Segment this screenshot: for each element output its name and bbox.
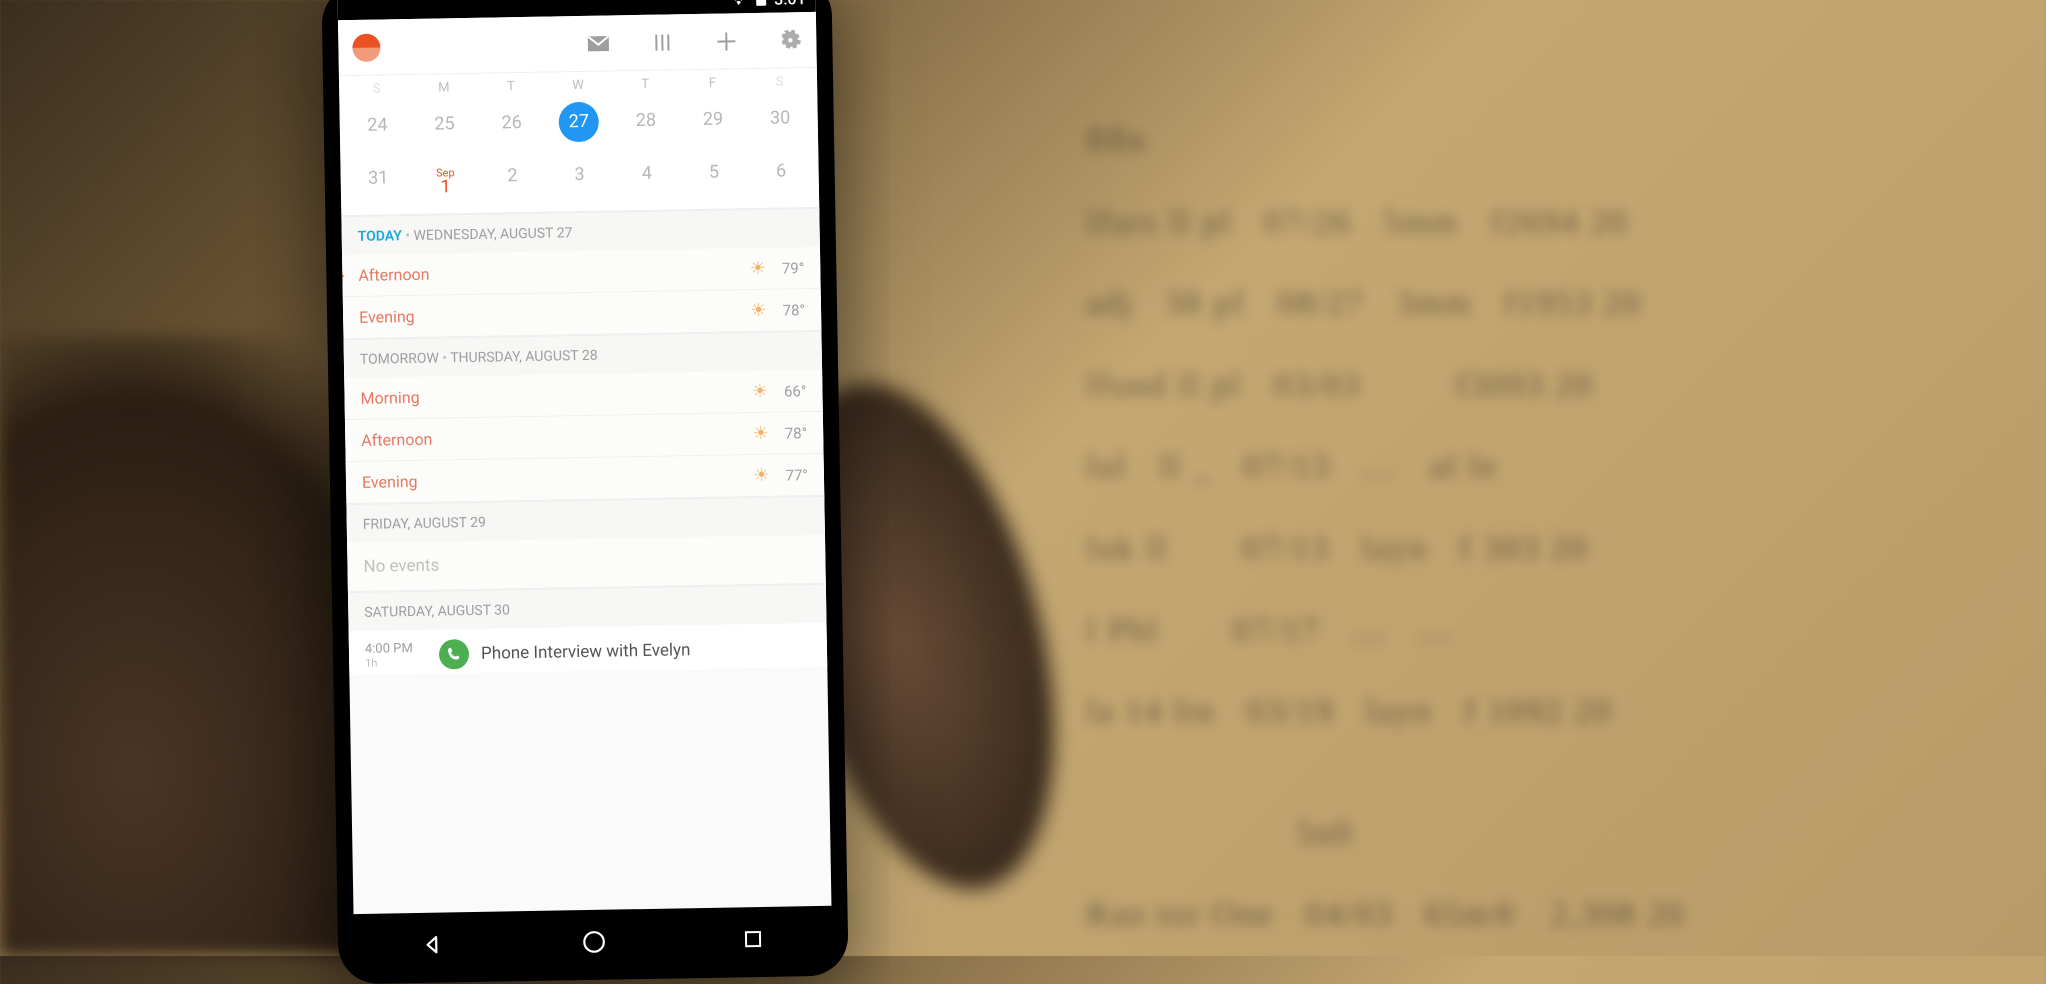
calendar-day-cell[interactable]: 4 [613,156,681,200]
agenda-period-row[interactable]: Evening☀ 78° [343,289,822,339]
add-event-icon[interactable] [714,29,738,53]
day-number: 30 [770,107,791,128]
phone-screen: 3:01 S M T W [337,0,831,914]
calendar-day-cell[interactable]: 29 [679,102,747,136]
phone-call-icon [439,639,470,670]
sun-weather-icon: ☀ [752,423,769,444]
no-events-label: No events [347,535,826,592]
event-time-value: 4:00 PM [365,641,413,657]
calendar-weeks: 24 25 26 27 28 29 30 31 Sep1 2 3 4 5 6 [339,91,819,215]
calendar-day-cell[interactable]: 25 [411,107,479,141]
battery-icon [755,0,766,10]
day-label-thu: T [612,76,679,92]
nav-back-icon[interactable] [421,931,448,961]
day-number: 6 [776,160,786,181]
nav-recent-icon[interactable] [741,927,765,955]
day-number: 3 [574,164,584,185]
day-number: 25 [434,113,455,134]
day-label-wed: W [544,77,611,93]
calendar-day-cell[interactable]: 3 [546,157,614,201]
list-view-icon[interactable] [650,30,674,54]
tomorrow-label: TOMORROW [360,351,439,368]
friday-date: FRIDAY, AUGUST 29 [363,515,486,533]
day-label-fri: F [679,75,746,91]
day-number: 31 [368,167,389,188]
period-label: Evening [359,301,751,327]
tomorrow-date: THURSDAY, AUGUST 28 [450,348,598,367]
agenda-list[interactable]: TODAY • WEDNESDAY, AUGUST 27 Afternoon☀7… [341,208,827,675]
calendar-day-cell[interactable]: 6 [747,154,815,198]
period-label: Evening [362,466,754,492]
calendar-day-cell[interactable]: 30 [746,101,814,135]
event-title: Phone Interview with Evelyn [481,640,691,664]
calendar-day-cell[interactable]: 31 [344,161,412,205]
day-number: 24 [367,114,388,135]
day-number: 26 [501,112,522,133]
calendar-day-cell[interactable]: 28 [612,103,680,137]
temperature-value: 77° [785,466,808,484]
android-nav-bar [354,912,833,976]
calendar-day-cell[interactable]: Sep1 [412,160,480,204]
calendar-day-cell[interactable]: 27 [545,104,613,138]
settings-gear-icon[interactable] [778,28,802,52]
agenda-event-row[interactable]: 4:00 PM 1h Phone Interview with Evelyn [349,623,828,675]
day-number: 27 [568,111,589,132]
temperature-value: 79° [782,259,805,277]
event-duration: 1h [365,656,427,670]
day-number: 29 [703,109,724,130]
period-label: Afternoon [361,424,753,450]
sunrise-logo-icon[interactable] [352,33,380,61]
calendar-week-row: 31 Sep1 2 3 4 5 6 [340,144,819,215]
today-label: TODAY [358,228,402,245]
day-number: 1 [440,176,450,197]
sun-weather-icon: ☀ [750,300,767,321]
temperature-value: 78° [785,424,808,442]
calendar-week-row: 24 25 26 27 28 29 30 [339,91,818,152]
wifi-icon [729,0,747,9]
calendar-day-cell[interactable]: 24 [343,108,411,142]
inbox-icon[interactable] [586,31,610,55]
day-number: 4 [642,163,652,184]
day-label-mon: M [410,80,477,96]
temperature-value: 66° [784,382,807,400]
nav-home-icon[interactable] [581,929,608,959]
app-header [338,12,817,76]
today-date: WEDNESDAY, AUGUST 27 [413,225,572,244]
event-time: 4:00 PM 1h [365,641,427,670]
calendar-day-cell[interactable]: 2 [479,159,547,203]
sun-weather-icon: ☀ [750,258,767,279]
status-time: 3:01 [774,0,806,8]
sun-weather-icon: ☀ [753,465,770,486]
agenda-period-row[interactable]: Evening☀ 77° [346,454,825,504]
calendar-day-cell[interactable]: 26 [478,106,546,140]
calendar-day-cell[interactable]: 5 [680,155,748,199]
day-number: 2 [507,165,517,186]
day-label-tue: T [477,79,544,95]
day-label-sat: S [746,74,813,90]
day-number: 28 [636,110,657,131]
period-label: Afternoon [358,259,750,285]
sun-weather-icon: ☀ [752,381,769,402]
saturday-date: SATURDAY, AUGUST 30 [364,602,510,621]
separator-dot: • [405,228,413,244]
phone-frame: 3:01 S M T W [321,0,848,984]
day-label-sun: S [343,81,410,97]
temperature-value: 78° [782,301,805,319]
period-label: Morning [360,382,752,408]
background-whiteboard: ﬂﬂn lfurs ll pl 07/26 5mm f2694 20 adj 3… [1086,100,1986,800]
day-number: 5 [709,162,719,183]
